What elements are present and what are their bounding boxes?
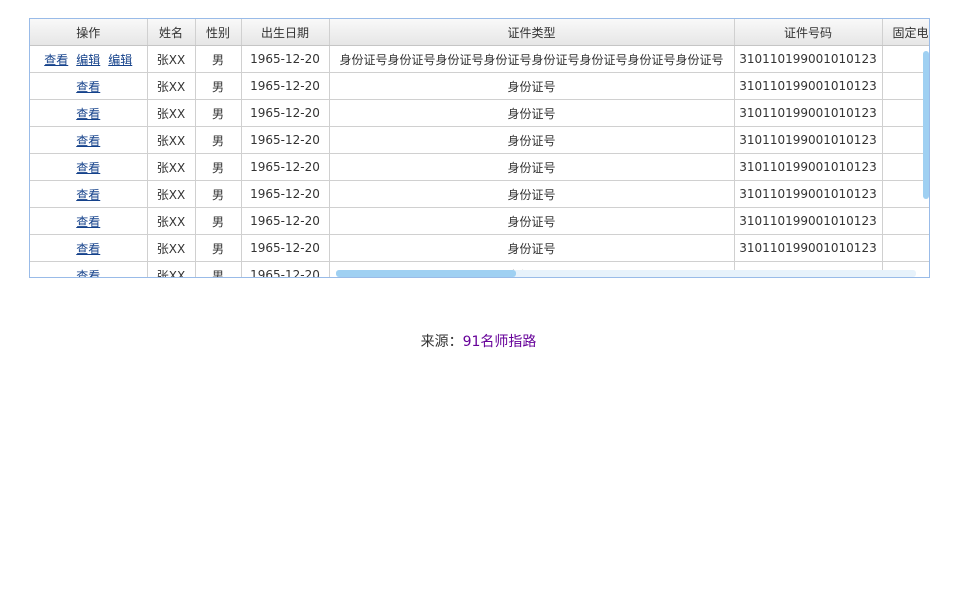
header-row: 操作 姓名 性别 出生日期 证件类型 证件号码 固定电 bbox=[30, 19, 929, 46]
cell-id-type: 身份证号身份证号身份证号身份证号身份证号身份证号身份证号身份证号 bbox=[329, 45, 735, 73]
cell-id-no: 310110199001010123 bbox=[734, 234, 883, 262]
table-row[interactable]: 查看 张XX男1965-12-20身份证号310110199001010123 bbox=[30, 72, 929, 100]
cell-phone bbox=[882, 207, 929, 235]
col-header-gender[interactable]: 性别 bbox=[195, 19, 242, 46]
cell-id-type: 身份证号 bbox=[329, 126, 735, 154]
cell-name: 张XX bbox=[147, 234, 196, 262]
row-actions: 查看 bbox=[30, 180, 148, 208]
view-link[interactable]: 查看 bbox=[76, 161, 100, 175]
table-row[interactable]: 查看 张XX男1965-12-20身份证号310110199001010123 bbox=[30, 180, 929, 208]
col-header-id-no[interactable]: 证件号码 bbox=[734, 19, 883, 46]
cell-phone bbox=[882, 234, 929, 262]
cell-name: 张XX bbox=[147, 126, 196, 154]
row-actions: 查看 bbox=[30, 99, 148, 127]
view-link[interactable]: 查看 bbox=[76, 215, 100, 229]
view-link[interactable]: 查看 bbox=[76, 107, 100, 121]
cell-id-type: 身份证号 bbox=[329, 72, 735, 100]
view-link[interactable]: 查看 bbox=[76, 242, 100, 256]
col-header-actions[interactable]: 操作 bbox=[30, 19, 148, 46]
cell-name: 张XX bbox=[147, 153, 196, 181]
cell-birth: 1965-12-20 bbox=[241, 180, 330, 208]
cell-id-no: 310110199001010123 bbox=[734, 99, 883, 127]
grid-table: 操作 姓名 性别 出生日期 证件类型 证件号码 固定电 查看 编辑 编辑 张XX 男 19… bbox=[30, 19, 929, 278]
cell-gender: 男 bbox=[195, 72, 242, 100]
cell-birth: 1965-12-20 bbox=[241, 207, 330, 235]
cell-gender: 男 bbox=[195, 207, 242, 235]
table-row[interactable]: 查看 张XX男1965-12-20身份证号310110199001010123 bbox=[30, 126, 929, 154]
cell-id-no: 310110199001010123 bbox=[734, 180, 883, 208]
row-actions: 查看 bbox=[30, 261, 148, 278]
cell-id-type: 身份证号 bbox=[329, 180, 735, 208]
table-row[interactable]: 查看 张XX男1965-12-20身份证号310110199001010123 bbox=[30, 99, 929, 127]
horizontal-scrollbar[interactable] bbox=[336, 270, 516, 277]
edit-link[interactable]: 编辑 bbox=[108, 53, 132, 67]
cell-birth: 1965-12-20 bbox=[241, 99, 330, 127]
cell-birth: 1965-12-20 bbox=[241, 45, 330, 73]
table-row[interactable]: 查看 编辑 编辑 张XX 男 1965-12-20 身份证号身份证号身份证号身份证号身份证号… bbox=[30, 45, 929, 73]
cell-birth: 1965-12-20 bbox=[241, 234, 330, 262]
cell-gender: 男 bbox=[195, 45, 242, 73]
col-header-name[interactable]: 姓名 bbox=[147, 19, 196, 46]
view-link[interactable]: 查看 bbox=[76, 269, 100, 278]
cell-gender: 男 bbox=[195, 261, 242, 277]
vertical-scrollbar[interactable] bbox=[923, 51, 929, 199]
row-actions: 查看 bbox=[30, 72, 148, 100]
cell-gender: 男 bbox=[195, 234, 242, 262]
row-actions: 查看 bbox=[30, 234, 148, 262]
cell-birth: 1965-12-20 bbox=[241, 126, 330, 154]
view-link[interactable]: 查看 bbox=[76, 188, 100, 202]
cell-id-no: 310110199001010123 bbox=[734, 153, 883, 181]
cell-id-no: 310110199001010123 bbox=[734, 207, 883, 235]
cell-id-no: 310110199001010123 bbox=[734, 126, 883, 154]
view-link[interactable]: 查看 bbox=[44, 53, 68, 67]
cell-id-type: 身份证号 bbox=[329, 234, 735, 262]
cell-id-type: 身份证号 bbox=[329, 207, 735, 235]
source-link[interactable]: 91名师指路 bbox=[463, 334, 537, 350]
col-header-id-type[interactable]: 证件类型 bbox=[329, 19, 735, 46]
data-grid: 操作 姓名 性别 出生日期 证件类型 证件号码 固定电 查看 编辑 编辑 张XX 男 19… bbox=[29, 18, 930, 278]
source-line: 来源：91名师指路 bbox=[0, 331, 957, 351]
cell-name: 张XX bbox=[147, 261, 196, 277]
cell-birth: 1965-12-20 bbox=[241, 72, 330, 100]
cell-name: 张XX bbox=[147, 72, 196, 100]
cell-gender: 男 bbox=[195, 180, 242, 208]
col-header-phone[interactable]: 固定电 bbox=[882, 19, 929, 46]
cell-id-no: 310110199001010123 bbox=[734, 45, 883, 73]
row-actions: 查看 bbox=[30, 153, 148, 181]
edit-link[interactable]: 编辑 bbox=[76, 53, 100, 67]
cell-name: 张XX bbox=[147, 207, 196, 235]
grid-body: 查看 编辑 编辑 张XX 男 1965-12-20 身份证号身份证号身份证号身份证号身份证号… bbox=[30, 45, 929, 278]
cell-gender: 男 bbox=[195, 126, 242, 154]
cell-name: 张XX bbox=[147, 45, 196, 73]
row-actions: 查看 bbox=[30, 126, 148, 154]
cell-id-type: 身份证号 bbox=[329, 153, 735, 181]
cell-gender: 男 bbox=[195, 153, 242, 181]
view-link[interactable]: 查看 bbox=[76, 134, 100, 148]
source-label: 来源： bbox=[420, 334, 463, 350]
cell-gender: 男 bbox=[195, 99, 242, 127]
table-row[interactable]: 查看 张XX男1965-12-20身份证号310110199001010123 bbox=[30, 153, 929, 181]
cell-birth: 1965-12-20 bbox=[241, 261, 330, 277]
table-row[interactable]: 查看 张XX男1965-12-20身份证号310110199001010123 bbox=[30, 234, 929, 262]
cell-id-type: 身份证号 bbox=[329, 99, 735, 127]
row-actions: 查看 bbox=[30, 207, 148, 235]
table-row[interactable]: 查看 张XX男1965-12-20身份证号310110199001010123 bbox=[30, 207, 929, 235]
view-link[interactable]: 查看 bbox=[76, 80, 100, 94]
cell-id-no: 310110199001010123 bbox=[734, 72, 883, 100]
cell-birth: 1965-12-20 bbox=[241, 153, 330, 181]
cell-name: 张XX bbox=[147, 99, 196, 127]
cell-name: 张XX bbox=[147, 180, 196, 208]
row-actions: 查看 编辑 编辑 bbox=[30, 45, 148, 73]
col-header-birth[interactable]: 出生日期 bbox=[241, 19, 330, 46]
